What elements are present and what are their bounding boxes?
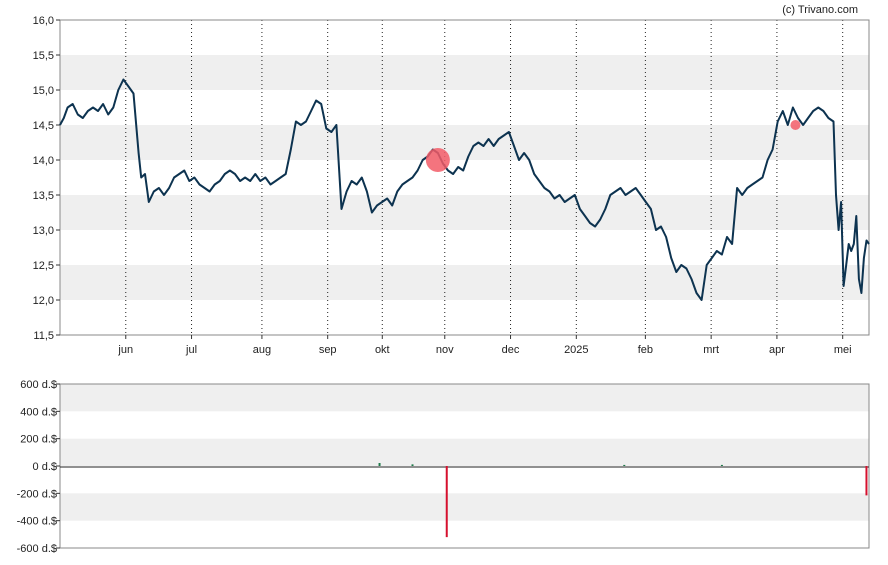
volume-band-layer	[60, 384, 869, 521]
price-band-layer	[60, 55, 869, 300]
volume-band	[60, 438, 869, 466]
price-x-tick-label: mei	[834, 344, 852, 356]
volume-y-tick-label: 200 d.$	[20, 434, 57, 446]
price-band	[60, 55, 869, 90]
price-x-tick-label: 2025	[564, 344, 588, 356]
price-y-tick-label: 16,0	[33, 15, 54, 27]
price-x-tick-label: dec	[502, 344, 520, 356]
price-x-tick-label: jul	[185, 344, 197, 356]
chart-canvas: 11,5 12,0 12,5 13,0 13,5 14,0 14,5 15,0 15,5 16,0…	[17, 4, 870, 555]
price-y-tick-label: 15,0	[33, 85, 54, 97]
price-x-tick-label: feb	[638, 344, 653, 356]
volume-y-tick-label: 400 d.$	[20, 406, 57, 418]
volume-y-tick-label: -600 d.$	[17, 543, 57, 555]
price-y-tick-label: 12,0	[33, 295, 54, 307]
price-x-tick-label: mrt	[703, 344, 719, 356]
price-x-tick-label: okt	[375, 344, 390, 356]
volume-y-tick-label: 600 d.$	[20, 379, 57, 391]
price-y-tick-label: 14,0	[33, 155, 54, 167]
price-y-tick-label: 12,5	[33, 260, 54, 272]
trade-marker	[790, 120, 801, 130]
price-x-tick-label: apr	[769, 344, 785, 356]
trade-marker	[425, 148, 450, 172]
credit-text: (c) Trivano.com	[782, 4, 858, 16]
price-band	[60, 195, 869, 230]
price-y-axis: 11,5 12,0 12,5 13,0 13,5 14,0 14,5 15,0 15,5 16,0	[33, 15, 60, 342]
price-y-tick-label: 15,5	[33, 50, 54, 62]
price-y-tick-label: 11,5	[33, 330, 54, 342]
price-x-tick-label: sep	[319, 344, 337, 356]
price-band	[60, 265, 869, 300]
volume-band	[60, 384, 869, 412]
price-x-axis: jun jul aug sep okt nov dec 2025 feb mrt apr mei	[117, 335, 852, 356]
price-x-tick-label: jun	[117, 344, 133, 356]
volume-y-axis: -600 d.$ -400 d.$ -200 d.$ 0 d.$ 200 d.$ 400 …	[17, 379, 60, 555]
volume-band	[60, 493, 869, 521]
price-y-tick-label: 14,5	[33, 120, 54, 132]
price-x-tick-label: aug	[253, 344, 271, 356]
volume-y-tick-label: -400 d.$	[17, 516, 57, 528]
price-band	[60, 125, 869, 160]
volume-y-tick-label: -200 d.$	[17, 488, 57, 500]
price-y-tick-label: 13,0	[33, 225, 54, 237]
volume-y-tick-label: 0 d.$	[33, 461, 57, 473]
price-y-tick-label: 13,5	[33, 190, 54, 202]
price-x-tick-label: nov	[436, 344, 454, 356]
